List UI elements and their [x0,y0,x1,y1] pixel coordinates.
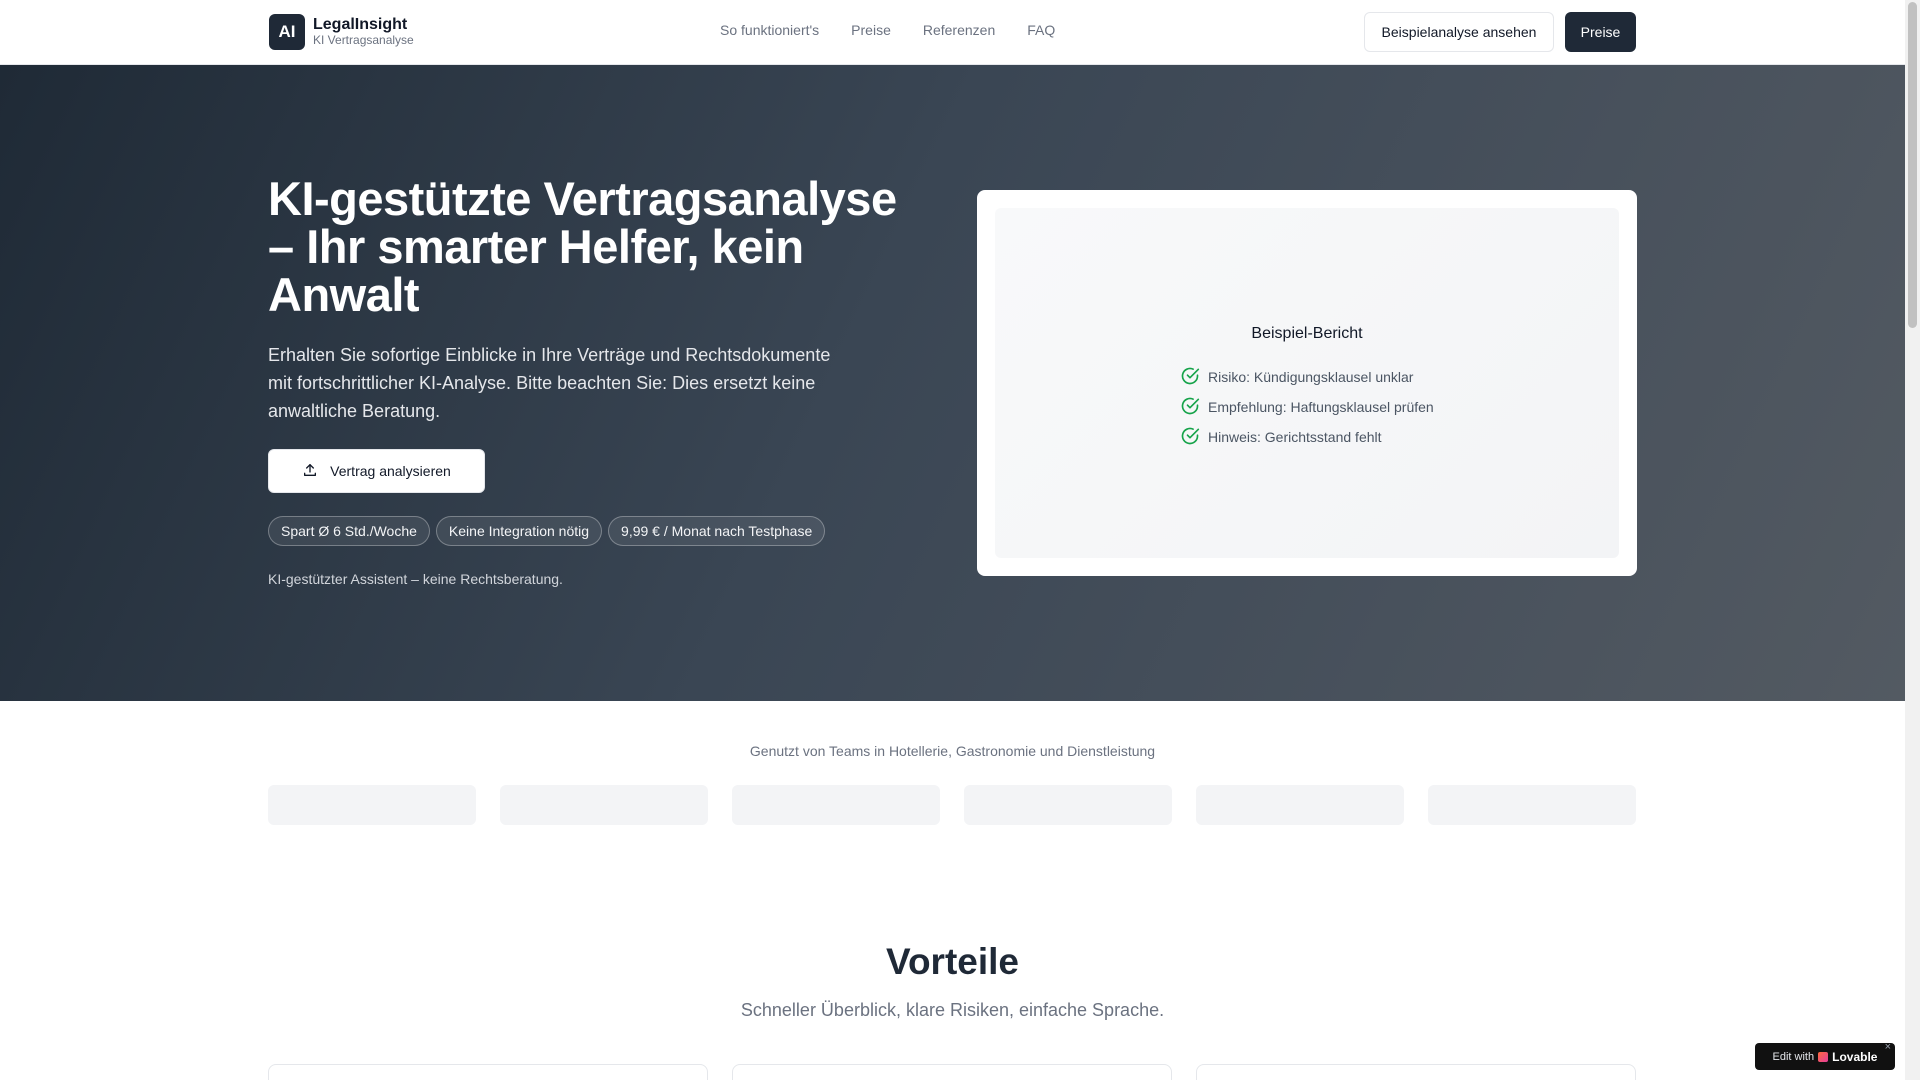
report-item-recommendation: Empfehlung: Haftungsklausel prüfen [1180,392,1434,422]
logo-placeholder [1196,785,1404,825]
brand-text: LegalInsight KI Vertragsanalyse [313,16,414,48]
check-circle-icon [1180,426,1200,449]
disclaimer-note: KI-gestützter Assistent – keine Rechtsbe… [268,571,563,587]
sample-report-title: Beispiel-Bericht [1251,325,1363,342]
site-header: AI LegalInsight KI Vertragsanalyse So fu… [0,0,1905,65]
pricing-button[interactable]: Preise [1565,12,1636,52]
benefit-card [732,1064,1172,1080]
report-item-text: Hinweis: Gerichtsstand fehlt [1208,429,1382,445]
badge-prefix: Edit with [1772,1050,1815,1063]
brand-subtitle: KI Vertragsanalyse [313,33,414,48]
lovable-logo-icon [1818,1051,1829,1062]
analyze-contract-label: Vertrag analysieren [330,463,451,479]
edit-with-lovable-badge[interactable]: Edit with Lovable × [1755,1041,1895,1070]
main-nav: So funktioniert's Preise Referenzen FAQ [720,22,1055,38]
benefits-title: Vorteile [886,941,1019,982]
nav-link-pricing[interactable]: Preise [851,22,891,38]
page-scrollbar[interactable] [1905,0,1920,1080]
nav-link-references[interactable]: Referenzen [923,22,995,38]
hero-section: KI-gestützte Vertragsanalyse – Ihr smart… [0,65,1905,701]
example-analysis-button[interactable]: Beispielanalyse ansehen [1364,12,1554,52]
report-item-hint: Hinweis: Gerichtsstand fehlt [1180,422,1434,452]
brand-name: LegalInsight [313,15,408,33]
logo-placeholder [268,785,476,825]
analyze-contract-button[interactable]: Vertrag analysieren [268,449,485,493]
landing-page: AI LegalInsight KI Vertragsanalyse So fu… [0,0,1905,1080]
benefit-card [1196,1064,1636,1080]
pill-time-saved: Spart Ø 6 Std./Woche [268,516,430,546]
badge-brand: Lovable [1832,1049,1878,1064]
close-icon[interactable]: × [1885,1041,1891,1053]
logo-placeholder [500,785,708,825]
customer-logos [268,785,1636,825]
sample-report-card: Beispiel-Bericht Risiko: Kündigungsklaus… [977,190,1637,576]
sample-report-list: Risiko: Kündigungsklausel unklar Empfehl… [1180,362,1434,452]
trusted-label: Genutzt von Teams in Hotellerie, Gastron… [749,743,1156,759]
logo-placeholder [964,785,1172,825]
scrollbar-thumb[interactable] [1908,2,1917,328]
logo-placeholder [1428,785,1636,825]
nav-link-faq[interactable]: FAQ [1027,22,1055,38]
nav-link-how-it-works[interactable]: So funktioniert's [720,22,819,38]
hero-description: Erhalten Sie sofortige Einblicke in Ihre… [268,345,831,421]
benefits-subtitle: Schneller Überblick, klare Risiken, einf… [740,1000,1165,1020]
upload-icon [302,462,318,481]
brand-logo: AI [269,14,305,50]
check-circle-icon [1180,366,1200,389]
benefit-card [268,1064,708,1080]
report-item-text: Risiko: Kündigungsklausel unklar [1208,369,1414,385]
sample-report-inner: Beispiel-Bericht Risiko: Kündigungsklaus… [995,208,1619,558]
hero-title: KI-gestützte Vertragsanalyse – Ihr smart… [268,172,897,321]
report-item-risk: Risiko: Kündigungsklausel unklar [1180,362,1434,392]
pill-no-integration: Keine Integration nötig [435,516,603,546]
feature-pills: Spart Ø 6 Std./Woche Keine Integration n… [268,516,826,546]
benefit-cards [268,1064,1636,1080]
pill-price: 9,99 € / Monat nach Testphase [608,516,826,546]
logo-placeholder [732,785,940,825]
check-circle-icon [1180,396,1200,419]
brand[interactable]: AI LegalInsight KI Vertragsanalyse [269,14,414,50]
report-item-text: Empfehlung: Haftungsklausel prüfen [1208,399,1434,415]
